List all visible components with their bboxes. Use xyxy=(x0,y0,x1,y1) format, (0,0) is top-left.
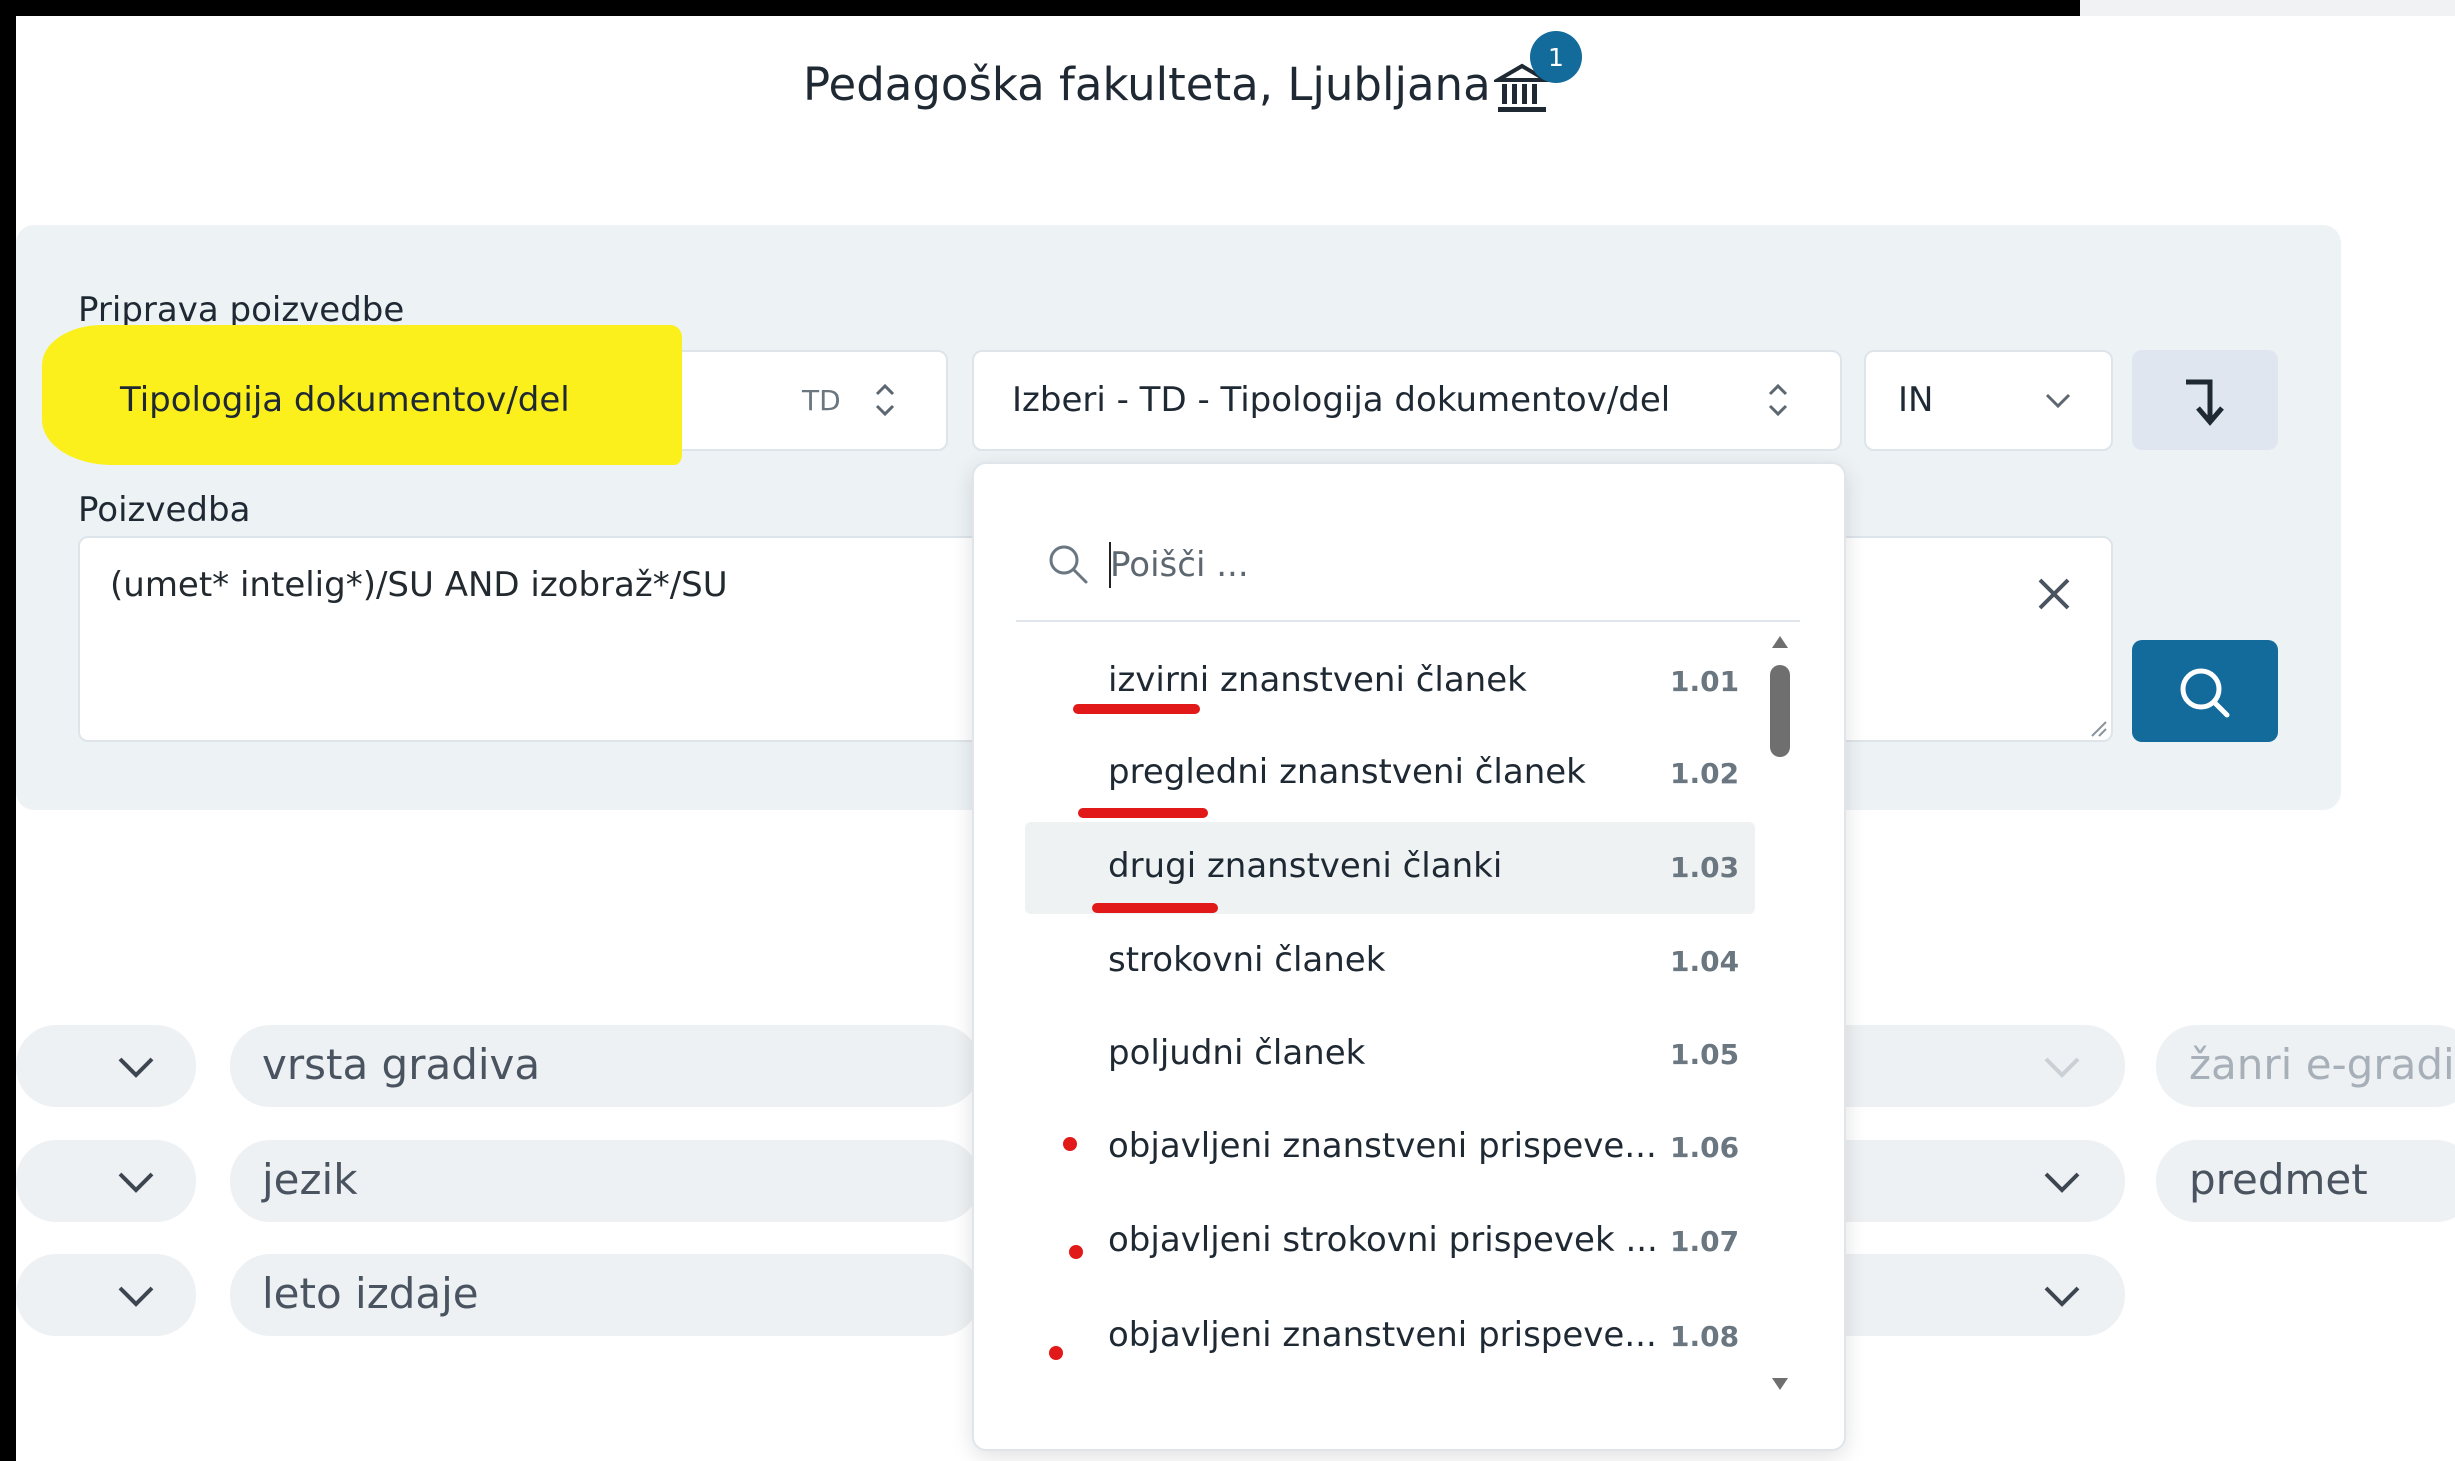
option-code: 1.07 xyxy=(1670,1225,1740,1258)
chevron-up-down-icon xyxy=(875,383,895,417)
filter-toggle-jezik[interactable] xyxy=(16,1140,196,1222)
close-icon[interactable] xyxy=(2034,574,2074,614)
dropdown-option[interactable]: drugi znanstveni članki xyxy=(1108,846,1502,886)
option-code: 1.04 xyxy=(1670,945,1740,978)
filter-label: jezik xyxy=(262,1155,358,1204)
chevron-down-icon xyxy=(2044,1057,2080,1078)
text-caret xyxy=(1109,542,1111,588)
operator-select-value: IN xyxy=(1898,380,1934,420)
red-dot-annotation xyxy=(1049,1346,1063,1360)
dropdown-option[interactable]: objavljeni znanstveni prispeve... xyxy=(1108,1315,1657,1355)
filter-toggle-leto-izdaje[interactable] xyxy=(16,1254,196,1336)
option-code: 1.02 xyxy=(1670,757,1740,790)
resize-handle-icon[interactable] xyxy=(2088,718,2108,738)
field-select-code: TD xyxy=(802,384,841,417)
screenshot-border-top xyxy=(0,0,2080,16)
search-button[interactable] xyxy=(2132,640,2278,742)
scroll-down-arrow-icon[interactable] xyxy=(1770,1376,1790,1392)
scroll-up-arrow-icon[interactable] xyxy=(1770,634,1790,650)
chevron-down-icon xyxy=(2045,393,2071,409)
chevron-up-down-icon xyxy=(1768,383,1788,417)
option-code: 1.08 xyxy=(1670,1320,1740,1353)
chevron-down-icon xyxy=(118,1286,154,1307)
red-underline-annotation xyxy=(1092,903,1218,913)
dropdown-option[interactable]: izvirni znanstveni članek xyxy=(1108,660,1527,700)
window-corner xyxy=(2080,0,2455,16)
chevron-down-icon xyxy=(118,1057,154,1078)
insert-to-query-button[interactable] xyxy=(2132,350,2278,450)
value-select-value: Izberi - TD - Tipologija dokumentov/del xyxy=(1012,380,1671,420)
query-label: Poizvedba xyxy=(78,490,251,530)
chevron-down-icon xyxy=(118,1172,154,1193)
dropdown-option[interactable]: pregledni znanstveni članek xyxy=(1108,752,1586,792)
scrollbar-thumb[interactable] xyxy=(1770,665,1790,757)
filter-label: vrsta gradiva xyxy=(262,1040,541,1089)
query-builder-label: Priprava poizvedbe xyxy=(78,290,405,330)
filter-label: leto izdaje xyxy=(262,1269,479,1318)
notification-badge: 1 xyxy=(1530,31,1582,83)
filter-label: predmet xyxy=(2189,1155,2368,1204)
filter-label: žanri e-gradiv xyxy=(2189,1040,2455,1089)
search-icon xyxy=(2180,668,2230,718)
red-dot-annotation xyxy=(1063,1137,1077,1151)
option-code: 1.06 xyxy=(1670,1131,1740,1164)
dropdown-option[interactable]: objavljeni znanstveni prispeve... xyxy=(1108,1126,1657,1166)
field-select-value: Tipologija dokumentov/del xyxy=(120,380,570,420)
page-title: Pedagoška fakulteta, Ljubljana xyxy=(803,58,1491,111)
screenshot-border-left xyxy=(0,0,16,1461)
red-underline-annotation xyxy=(1078,808,1208,818)
red-dot-annotation xyxy=(1069,1245,1083,1259)
query-textarea-value: (umet* intelig*)/SU AND izobraž*/SU xyxy=(110,565,728,605)
dropdown-option[interactable]: poljudni članek xyxy=(1108,1033,1365,1073)
dropdown-search-placeholder: Poišči ... xyxy=(1110,545,1249,585)
option-code: 1.05 xyxy=(1670,1038,1740,1071)
dropdown-option[interactable]: objavljeni strokovni prispevek ... xyxy=(1108,1220,1658,1260)
red-underline-annotation xyxy=(1073,704,1200,714)
search-icon xyxy=(1049,545,1088,584)
option-code: 1.01 xyxy=(1670,665,1740,698)
dropdown-divider xyxy=(1016,620,1800,622)
chevron-down-icon xyxy=(2044,1172,2080,1193)
filter-toggle-vrsta-gradiva[interactable] xyxy=(16,1025,196,1107)
option-code: 1.03 xyxy=(1670,851,1740,884)
dropdown-option[interactable]: strokovni članek xyxy=(1108,940,1385,980)
chevron-down-icon xyxy=(2044,1286,2080,1307)
return-arrow-icon xyxy=(2186,379,2224,426)
